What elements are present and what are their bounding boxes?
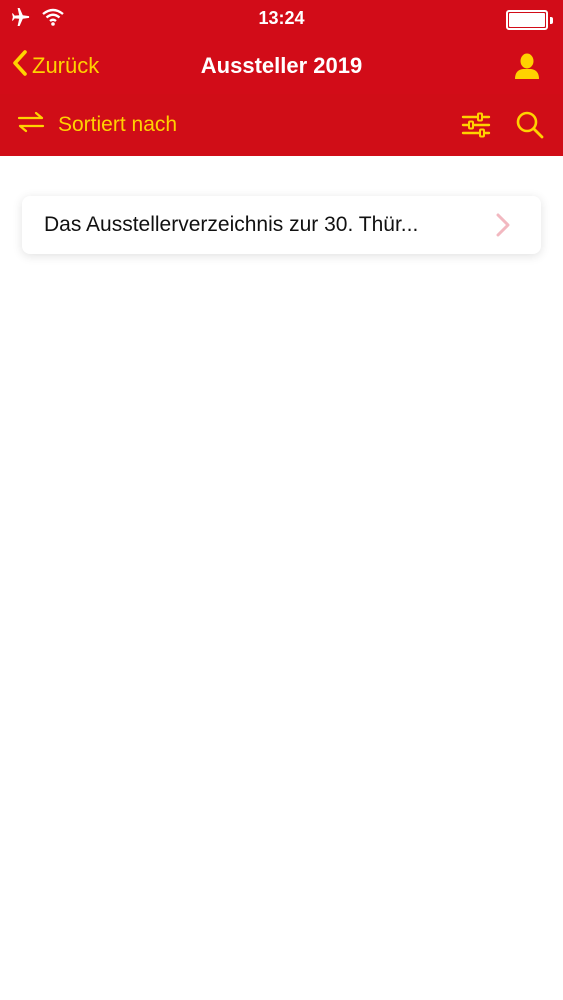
sort-filter-bar: Sortiert nach xyxy=(0,94,563,156)
page-title: Aussteller 2019 xyxy=(200,53,363,78)
list-item[interactable]: Das Ausstellerverzeichnis zur 30. Thür..… xyxy=(22,196,541,254)
sort-label: Sortiert nach xyxy=(58,113,178,136)
sort-button[interactable]: Sortiert nach xyxy=(16,94,177,156)
list-item-title: Das Ausstellerverzeichnis zur 30. Thür..… xyxy=(44,213,419,236)
navigation-bar: Zurück Aussteller 2019 xyxy=(0,38,563,94)
swap-arrows-icon xyxy=(16,111,46,139)
status-bar: 13:24 xyxy=(0,0,563,38)
toolbar-icons xyxy=(461,110,545,140)
search-icon[interactable] xyxy=(515,110,545,140)
filter-sliders-icon[interactable] xyxy=(461,110,491,140)
user-icon xyxy=(513,53,541,84)
main-content: Das Ausstellerverzeichnis zur 30. Thür..… xyxy=(0,156,563,1000)
status-time: 13:24 xyxy=(258,8,305,28)
profile-button[interactable] xyxy=(513,52,541,80)
battery-icon xyxy=(506,10,553,30)
chevron-right-icon xyxy=(495,213,511,237)
